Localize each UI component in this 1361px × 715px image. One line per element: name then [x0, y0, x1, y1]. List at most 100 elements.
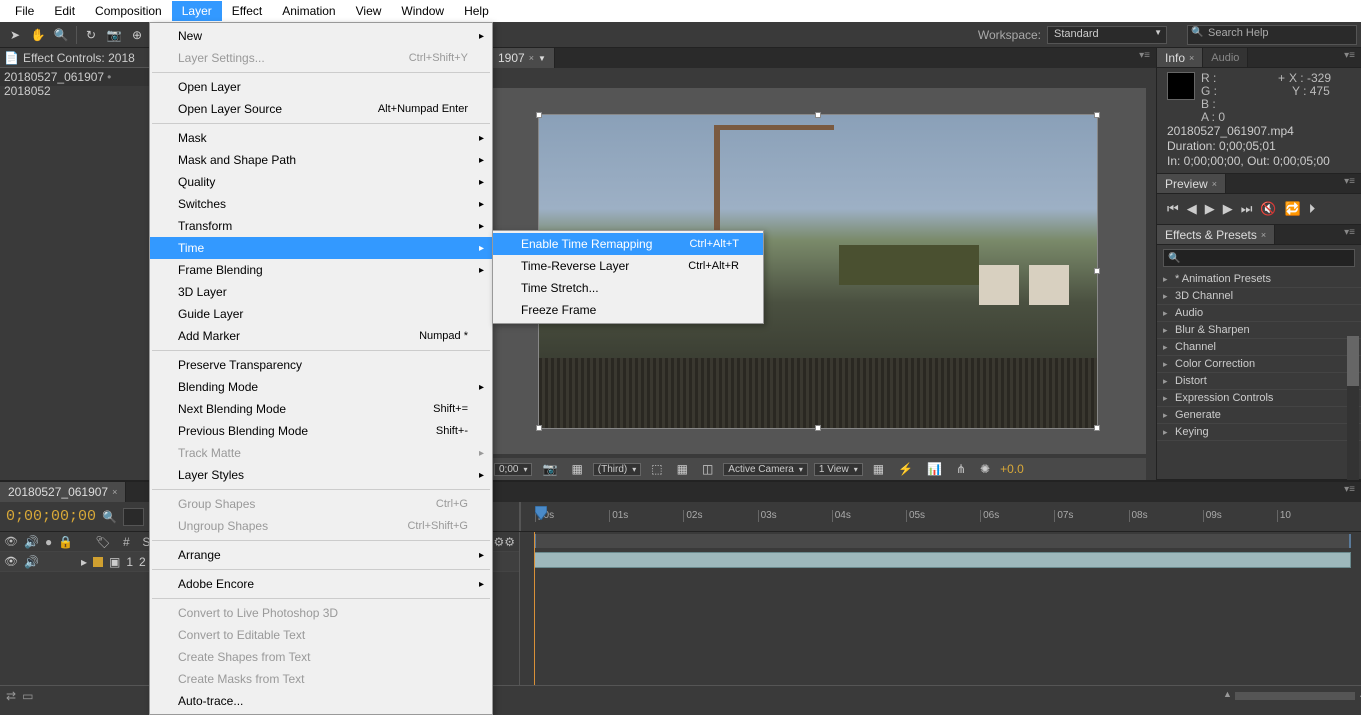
mute-icon[interactable]: 🔇: [1260, 201, 1276, 217]
search-help-input[interactable]: Search Help: [1187, 25, 1357, 45]
scrollbar[interactable]: [1347, 336, 1359, 480]
panel-menu-icon[interactable]: ▾≡: [1338, 482, 1361, 502]
effects-presets-tab[interactable]: Effects & Presets×: [1157, 225, 1275, 244]
panel-menu-icon[interactable]: ▾≡: [1133, 48, 1156, 68]
play-icon[interactable]: ▶: [1205, 201, 1215, 217]
twirl-icon[interactable]: ▸: [81, 555, 87, 569]
time-ruler[interactable]: p0s01s02s03s04s05s06s07s08s09s10: [520, 502, 1361, 531]
audio-tab[interactable]: Audio: [1203, 48, 1248, 67]
exposure-value[interactable]: +0.0: [1000, 462, 1024, 476]
menu-item-guide-layer[interactable]: Guide Layer: [150, 303, 492, 325]
visibility-header-icon[interactable]: 👁: [4, 535, 18, 548]
grid-icon[interactable]: ▦: [673, 462, 692, 476]
effects-search-input[interactable]: [1163, 249, 1355, 267]
layer-name[interactable]: 2: [139, 555, 146, 569]
breadcrumb-comp[interactable]: 20180527_061907: [4, 70, 104, 84]
menu-item-mask-and-shape-path[interactable]: Mask and Shape Path▸: [150, 149, 492, 171]
menu-composition[interactable]: Composition: [85, 1, 172, 21]
current-time-indicator[interactable]: [535, 506, 547, 520]
timeline-search[interactable]: [123, 508, 144, 526]
effect-category-distort[interactable]: Distort: [1157, 373, 1361, 390]
first-frame-icon[interactable]: ⏮: [1167, 201, 1179, 217]
info-tab[interactable]: Info×: [1157, 48, 1203, 67]
menu-item-preserve-transparency[interactable]: Preserve Transparency: [150, 354, 492, 376]
visibility-toggle[interactable]: 👁: [4, 555, 18, 568]
zoom-tool-icon[interactable]: 🔍: [50, 24, 72, 46]
last-frame-icon[interactable]: ⏭: [1241, 201, 1253, 217]
effect-category-expression-controls[interactable]: Expression Controls: [1157, 390, 1361, 407]
effect-controls-tab[interactable]: 📄 Effect Controls: 2018: [0, 48, 150, 68]
menu-item-frame-blending[interactable]: Frame Blending▸: [150, 259, 492, 281]
effect-category-color-correction[interactable]: Color Correction: [1157, 356, 1361, 373]
toggle-switches-icon[interactable]: ⇄: [6, 689, 16, 703]
ram-preview-icon[interactable]: ⏵: [1309, 201, 1316, 217]
timecode[interactable]: 0;00;00;00: [6, 508, 96, 525]
menu-item-new[interactable]: New▸: [150, 25, 492, 47]
menu-item-next-blending-mode[interactable]: Next Blending ModeShift+=: [150, 398, 492, 420]
pixel-aspect-icon[interactable]: ▦: [869, 462, 888, 476]
effect-category-keying[interactable]: Keying: [1157, 424, 1361, 441]
col-number-header[interactable]: #: [116, 535, 136, 549]
timeline-tab[interactable]: 20180527_061907×: [0, 482, 126, 502]
close-icon[interactable]: ×: [112, 487, 117, 497]
menu-item-time[interactable]: Time▸: [150, 237, 492, 259]
menu-effect[interactable]: Effect: [222, 1, 272, 21]
view-select[interactable]: 1 View: [814, 463, 863, 476]
camera-tool-icon[interactable]: 📷: [103, 24, 125, 46]
close-icon[interactable]: ×: [1189, 53, 1194, 63]
panel-menu-icon[interactable]: ▾≡: [1338, 174, 1361, 193]
reset-exposure-icon[interactable]: ✺: [976, 462, 994, 476]
effect-category-channel[interactable]: Channel: [1157, 339, 1361, 356]
flowchart-icon[interactable]: ⋔: [952, 462, 970, 476]
hand-tool-icon[interactable]: ✋: [27, 24, 49, 46]
menu-window[interactable]: Window: [391, 1, 454, 21]
menu-item-quality[interactable]: Quality▸: [150, 171, 492, 193]
timeline-icon[interactable]: 📊: [923, 462, 946, 476]
menu-item-layer-styles[interactable]: Layer Styles▸: [150, 464, 492, 486]
layer-color-swatch[interactable]: [93, 557, 103, 567]
audio-header-icon[interactable]: 🔊: [24, 535, 39, 549]
camera-select[interactable]: Active Camera: [723, 463, 808, 476]
selection-tool-icon[interactable]: ➤: [4, 24, 26, 46]
rotate-tool-icon[interactable]: ↻: [80, 24, 102, 46]
menu-edit[interactable]: Edit: [44, 1, 85, 21]
menu-item-transform[interactable]: Transform▸: [150, 215, 492, 237]
mask-icon[interactable]: ◫: [698, 462, 717, 476]
search-icon[interactable]: 🔍: [102, 510, 117, 524]
expand-icon[interactable]: ▭: [22, 689, 33, 703]
effect-category-generate[interactable]: Generate: [1157, 407, 1361, 424]
anchor-tool-icon[interactable]: ⊕: [126, 24, 148, 46]
layer-bar[interactable]: [534, 552, 1351, 568]
menu-file[interactable]: File: [5, 1, 44, 21]
work-area-bar[interactable]: [534, 534, 1351, 548]
breadcrumb-layer[interactable]: 2018052: [4, 84, 51, 98]
menu-item-blending-mode[interactable]: Blending Mode▸: [150, 376, 492, 398]
menu-item-3d-layer[interactable]: 3D Layer: [150, 281, 492, 303]
menu-layer[interactable]: Layer: [172, 1, 222, 21]
timeline-tracks[interactable]: [520, 532, 1361, 685]
roi-icon[interactable]: ⬚: [647, 462, 666, 476]
menu-item-add-marker[interactable]: Add MarkerNumpad *: [150, 325, 492, 347]
menu-item-previous-blending-mode[interactable]: Previous Blending ModeShift+-: [150, 420, 492, 442]
resolution-select[interactable]: (Third): [593, 463, 641, 476]
close-icon[interactable]: ×: [1261, 230, 1266, 240]
submenu-item-time-stretch-[interactable]: Time Stretch...: [493, 277, 763, 299]
menu-item-switches[interactable]: Switches▸: [150, 193, 492, 215]
next-frame-icon[interactable]: ▶: [1223, 201, 1233, 217]
channel-icon[interactable]: ▦: [567, 462, 586, 476]
label-header-icon[interactable]: 🏷: [95, 535, 110, 549]
close-icon[interactable]: ×: [1212, 179, 1217, 189]
submenu-item-enable-time-remapping[interactable]: Enable Time RemappingCtrl+Alt+T: [493, 233, 763, 255]
loop-icon[interactable]: 🔁: [1285, 201, 1301, 217]
submenu-item-time-reverse-layer[interactable]: Time-Reverse LayerCtrl+Alt+R: [493, 255, 763, 277]
playhead-line[interactable]: [534, 532, 535, 685]
workspace-select[interactable]: Standard: [1047, 26, 1167, 44]
effect-category-audio[interactable]: Audio: [1157, 305, 1361, 322]
menu-item-auto-trace-[interactable]: Auto-trace...: [150, 690, 492, 712]
zoom-slider[interactable]: [1235, 692, 1355, 700]
menu-item-arrange[interactable]: Arrange▸: [150, 544, 492, 566]
menu-view[interactable]: View: [346, 1, 392, 21]
panel-menu-icon[interactable]: ▾≡: [1338, 225, 1361, 244]
zoom-select[interactable]: 0;00: [494, 463, 532, 476]
prev-frame-icon[interactable]: ◀: [1187, 201, 1197, 217]
